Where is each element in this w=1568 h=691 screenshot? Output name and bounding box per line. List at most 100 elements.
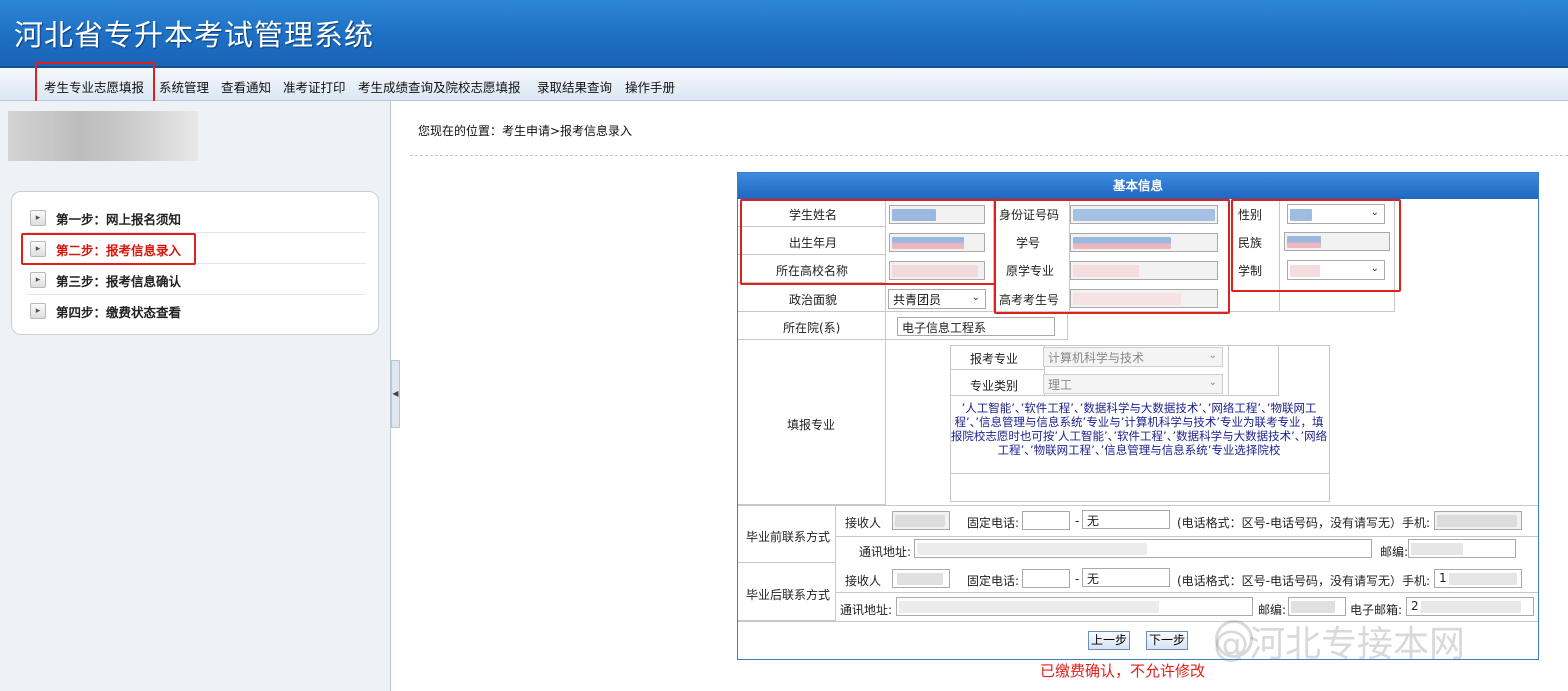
label-orig-major: 原学专业 bbox=[1006, 264, 1055, 278]
label-phone-format: (电话格式：区号-电话号码，没有请写无）手机: bbox=[1177, 516, 1431, 530]
dash-separator: - bbox=[1075, 514, 1080, 528]
step-item-2[interactable]: ▸ 第二步：报考信息录入 bbox=[26, 233, 366, 264]
grid-line bbox=[950, 473, 1330, 474]
zip-before-field[interactable] bbox=[1408, 539, 1516, 558]
id-number-field[interactable] bbox=[1070, 205, 1218, 224]
chevron-down-icon: ⌄ bbox=[1370, 207, 1379, 218]
chevron-right-icon: ▸ bbox=[30, 303, 46, 319]
step-label: 第二步：报考信息录入 bbox=[56, 243, 182, 258]
joint-major-note: ’人工智能’、’软件工程’、’数据科学与大数据技术’、’网络工程’、’物联网工程… bbox=[950, 401, 1328, 457]
label-gaokao-no: 高考考生号 bbox=[999, 293, 1060, 307]
menu-item-notices[interactable]: 查看通知 bbox=[221, 77, 271, 96]
collapse-handle[interactable]: ◀ bbox=[391, 360, 400, 428]
breadcrumb: 您现在的位置：考生申请>报考信息录入 bbox=[418, 124, 633, 138]
avatar bbox=[8, 111, 198, 161]
apply-major-select[interactable]: 计算机科学与技术 ⌄ bbox=[1043, 347, 1223, 367]
step-label: 第三步：报考信息确认 bbox=[56, 274, 182, 289]
schooling-select[interactable]: ⌄ bbox=[1287, 260, 1385, 280]
ethnicity-field[interactable] bbox=[1284, 232, 1390, 251]
label-landline: 固定电话: bbox=[967, 516, 1020, 530]
orig-major-field[interactable] bbox=[1070, 261, 1218, 280]
gaokao-no-field[interactable] bbox=[1070, 289, 1218, 308]
gender-select[interactable]: ⌄ bbox=[1287, 204, 1385, 224]
label-address: 通讯地址: bbox=[859, 545, 912, 559]
label-after-grad: 毕业后联系方式 bbox=[746, 588, 831, 602]
email-prefix: 2 bbox=[1411, 599, 1419, 613]
chevron-down-icon: ⌄ bbox=[1370, 263, 1379, 274]
chevron-right-icon: ▸ bbox=[30, 210, 46, 226]
school-field[interactable] bbox=[889, 261, 985, 280]
label-fill-major: 填报专业 bbox=[787, 418, 836, 432]
label-department: 所在院(系) bbox=[783, 321, 841, 335]
birth-field[interactable] bbox=[889, 233, 985, 252]
menu-item-score-query[interactable]: 考生成绩查询及院校志愿填报 bbox=[358, 77, 521, 96]
address-before-field[interactable] bbox=[914, 539, 1372, 558]
area-code-before-field[interactable] bbox=[1022, 511, 1070, 530]
menu-item-system[interactable]: 系统管理 bbox=[159, 77, 209, 96]
email-after-field[interactable]: 2 bbox=[1406, 597, 1534, 616]
area-code-after-field[interactable] bbox=[1022, 569, 1070, 588]
label-major-type: 专业类别 bbox=[970, 379, 1019, 393]
zip-after-field[interactable] bbox=[1288, 597, 1346, 616]
label-birth: 出生年月 bbox=[789, 236, 838, 250]
label-address: 通讯地址: bbox=[840, 603, 893, 617]
menu-item-admission-result[interactable]: 录取结果查询 bbox=[537, 77, 612, 96]
politics-value: 共青团员 bbox=[893, 293, 942, 307]
label-zip: 邮编: bbox=[1380, 545, 1409, 559]
student-no-field[interactable] bbox=[1070, 233, 1218, 252]
locked-warning: 已缴费确认，不允许修改 bbox=[1040, 662, 1206, 680]
label-landline: 固定电话: bbox=[967, 574, 1020, 588]
divider bbox=[410, 155, 1568, 156]
form-heading: 基本信息 bbox=[738, 173, 1538, 199]
sidebar: ▸ 第一步：网上报名须知 ▸ 第二步：报考信息录入 ▸ 第三步：报考信息确认 ▸… bbox=[0, 101, 391, 691]
receiver-after-field[interactable] bbox=[892, 569, 950, 588]
label-student-no: 学号 bbox=[1016, 236, 1041, 250]
mobile-before-field[interactable] bbox=[1434, 511, 1522, 530]
grid-cell bbox=[1229, 345, 1279, 396]
dash-separator: - bbox=[1075, 572, 1080, 586]
label-before-grad: 毕业前联系方式 bbox=[746, 530, 831, 544]
label-phone-format: (电话格式：区号-电话号码，没有请写无）手机: bbox=[1177, 574, 1431, 588]
label-school: 所在高校名称 bbox=[776, 264, 849, 278]
menu-item-manual[interactable]: 操作手册 bbox=[625, 77, 675, 96]
label-gender: 性别 bbox=[1238, 208, 1263, 222]
label-apply-major: 报考专业 bbox=[970, 352, 1019, 366]
step-label: 第一步：网上报名须知 bbox=[56, 212, 182, 227]
main-menu: 考生专业志愿填报 系统管理 查看通知 准考证打印 考生成绩查询及院校志愿填报 录… bbox=[0, 68, 1568, 101]
label-ethnicity: 民族 bbox=[1238, 236, 1263, 250]
watermark: @河北专接本网 bbox=[1213, 624, 1466, 665]
label-name: 学生姓名 bbox=[789, 208, 838, 222]
prev-step-button[interactable]: 上一步 bbox=[1088, 631, 1130, 650]
label-receiver: 接收人 bbox=[845, 516, 882, 530]
step-item-4[interactable]: ▸ 第四步：缴费状态查看 bbox=[26, 295, 366, 325]
next-step-button[interactable]: 下一步 bbox=[1146, 631, 1188, 650]
apply-major-value: 计算机科学与技术 bbox=[1048, 351, 1145, 365]
chevron-right-icon: ▸ bbox=[30, 241, 46, 257]
receiver-before-field[interactable] bbox=[892, 511, 950, 530]
chevron-down-icon: ⌄ bbox=[1208, 377, 1217, 388]
mobile-after-prefix: 1 bbox=[1439, 571, 1447, 585]
chevron-down-icon: ⌄ bbox=[1208, 350, 1217, 361]
app-title: 河北省专升本考试管理系统 bbox=[14, 18, 375, 52]
chevron-down-icon: ⌄ bbox=[971, 292, 980, 303]
step-item-3[interactable]: ▸ 第三步：报考信息确认 bbox=[26, 264, 366, 295]
chevron-right-icon: ▸ bbox=[30, 272, 46, 288]
mobile-after-field[interactable]: 1 bbox=[1434, 569, 1522, 588]
grid-cell bbox=[886, 312, 1068, 340]
step-list: ▸ 第一步：网上报名须知 ▸ 第二步：报考信息录入 ▸ 第三步：报考信息确认 ▸… bbox=[11, 191, 379, 335]
major-type-value: 理工 bbox=[1048, 378, 1073, 392]
step-item-1[interactable]: ▸ 第一步：网上报名须知 bbox=[26, 202, 366, 233]
menu-item-major-wish[interactable]: 考生专业志愿填报 bbox=[44, 77, 144, 96]
address-after-field[interactable] bbox=[896, 597, 1253, 616]
label-id-number: 身份证号码 bbox=[999, 208, 1060, 222]
name-field[interactable] bbox=[889, 205, 985, 224]
landline-after-field[interactable]: 无 bbox=[1082, 568, 1170, 587]
step-label: 第四步：缴费状态查看 bbox=[56, 305, 182, 320]
app-header: 河北省专升本考试管理系统 bbox=[0, 0, 1568, 68]
label-receiver: 接收人 bbox=[845, 574, 882, 588]
landline-before-field[interactable]: 无 bbox=[1082, 510, 1170, 529]
politics-select[interactable]: 共青团员 ⌄ bbox=[888, 289, 986, 309]
label-schooling: 学制 bbox=[1238, 264, 1263, 278]
major-type-select[interactable]: 理工 ⌄ bbox=[1043, 374, 1223, 394]
menu-item-admission-ticket[interactable]: 准考证打印 bbox=[283, 77, 346, 96]
